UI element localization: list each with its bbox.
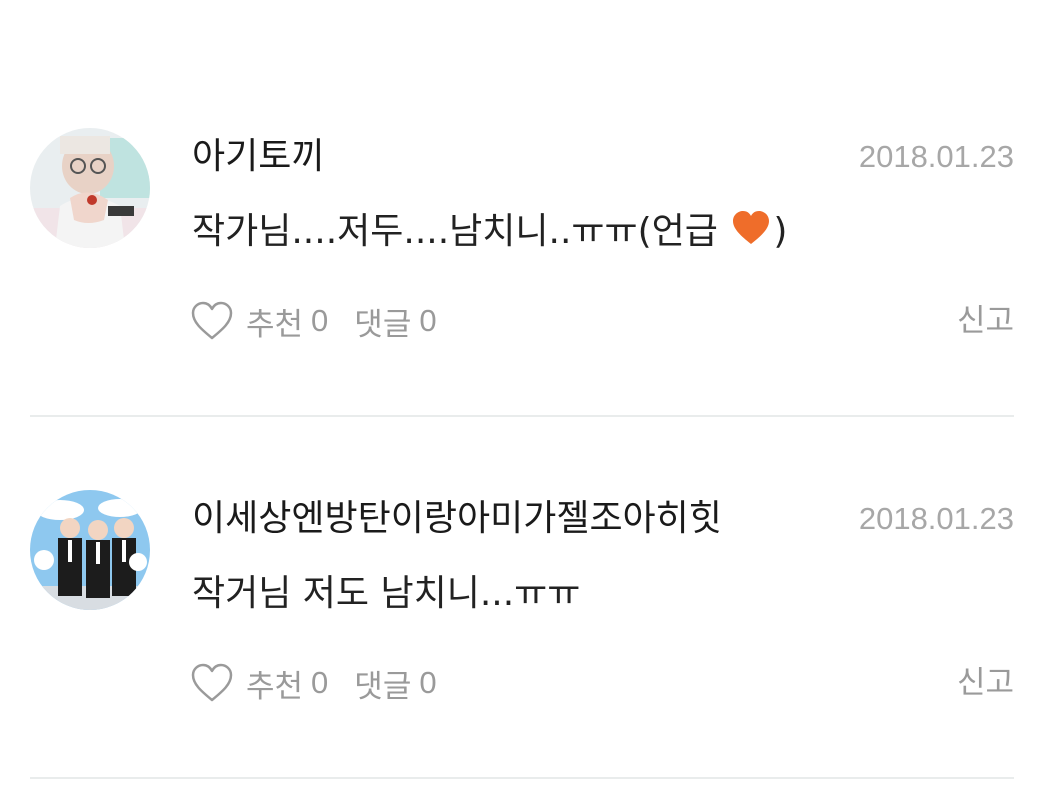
heart-outline-icon[interactable] bbox=[190, 301, 234, 341]
like-label[interactable]: 추천 bbox=[246, 661, 303, 706]
reply-label[interactable]: 댓글 bbox=[354, 299, 411, 344]
orange-heart-emoji-icon bbox=[733, 211, 770, 244]
divider bbox=[30, 777, 1014, 779]
reply-count: 0 bbox=[419, 665, 437, 700]
comment-text-part: 작가님....저두....남치니..ㅠㅠ(언급 bbox=[192, 211, 730, 252]
comment-date: 2018.01.23 bbox=[858, 139, 1014, 174]
reply-label[interactable]: 댓글 bbox=[354, 661, 411, 706]
like-count: 0 bbox=[311, 665, 329, 700]
reply-count: 0 bbox=[419, 303, 437, 338]
heart-outline-icon[interactable] bbox=[190, 663, 234, 703]
username[interactable]: 이세상엔방탄이랑아미가젤조아히힛 bbox=[192, 494, 722, 544]
comment-date: 2018.01.23 bbox=[858, 501, 1014, 536]
report-button[interactable]: 신고 bbox=[957, 296, 1014, 346]
comment-item: 이세상엔방탄이랑아미가젤조아히힛 2018.01.23 작거님 저도 남치니..… bbox=[0, 362, 1062, 705]
avatar[interactable] bbox=[30, 128, 150, 248]
avatar[interactable] bbox=[30, 490, 150, 610]
like-count: 0 bbox=[311, 303, 329, 338]
comment-item: 아기토끼 2018.01.23 작가님....저두....남치니..ㅠㅠ(언급 … bbox=[0, 0, 1062, 343]
comment-actions: 추천 0 댓글 0 bbox=[190, 658, 463, 708]
username[interactable]: 아기토끼 bbox=[192, 132, 324, 182]
like-label[interactable]: 추천 bbox=[246, 299, 303, 344]
report-button[interactable]: 신고 bbox=[957, 658, 1014, 708]
comment-text: 작가님....저두....남치니..ㅠㅠ(언급 ) bbox=[192, 206, 787, 258]
comment-actions: 추천 0 댓글 0 bbox=[190, 296, 463, 346]
comment-text: 작거님 저도 남치니...ㅠㅠ bbox=[192, 573, 581, 614]
comment-text-part: ) bbox=[773, 211, 788, 252]
